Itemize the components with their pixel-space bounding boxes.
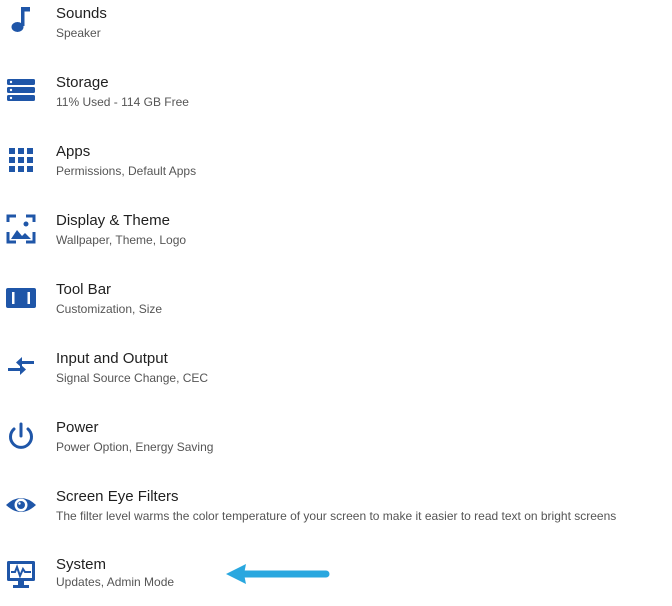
apps-grid-icon [4, 143, 38, 177]
settings-item-title: Tool Bar [56, 281, 112, 298]
settings-item-system[interactable]: System Updates, Admin Mode [0, 554, 672, 606]
settings-item-subtitle: Wallpaper, Theme, Logo [56, 233, 187, 247]
settings-item-title: Display & Theme [56, 212, 170, 229]
music-note-icon [4, 3, 38, 37]
power-icon [4, 420, 38, 454]
input-output-arrows-icon [4, 350, 38, 384]
settings-item-title: Apps [56, 143, 91, 160]
settings-item-title: Screen Eye Filters [56, 488, 179, 505]
settings-item-subtitle: Power Option, Energy Saving [56, 440, 214, 454]
settings-item-title: Storage [56, 74, 109, 91]
image-frame-icon [4, 212, 38, 246]
settings-item-title: System [56, 556, 107, 573]
eye-icon [4, 488, 38, 522]
settings-item-title: Sounds [56, 5, 107, 22]
system-monitor-icon [4, 557, 38, 591]
settings-item-subtitle: Speaker [56, 26, 101, 40]
settings-item-subtitle: 11% Used - 114 GB Free [56, 95, 189, 109]
settings-item-subtitle: The filter level warms the color tempera… [56, 509, 617, 523]
settings-list: Sounds Speaker Storage 11% Used - 114 GB… [0, 0, 672, 596]
left-arrow-icon [222, 559, 330, 589]
storage-icon [4, 74, 38, 108]
settings-item-apps[interactable]: Apps Permissions, Default Apps [0, 140, 672, 192]
settings-item-screen-eye-filters[interactable]: Screen Eye Filters The filter level warm… [0, 485, 672, 537]
settings-item-storage[interactable]: Storage 11% Used - 114 GB Free [0, 71, 672, 123]
settings-item-title: Power [56, 419, 99, 436]
settings-item-subtitle: Customization, Size [56, 302, 163, 316]
settings-item-title: Input and Output [56, 350, 168, 367]
settings-item-power[interactable]: Power Power Option, Energy Saving [0, 416, 672, 468]
settings-item-tool-bar[interactable]: Tool Bar Customization, Size [0, 278, 672, 330]
settings-item-subtitle: Signal Source Change, CEC [56, 371, 209, 385]
settings-item-input-output[interactable]: Input and Output Signal Source Change, C… [0, 347, 672, 399]
settings-item-sounds[interactable]: Sounds Speaker [0, 2, 672, 54]
toolbar-icon [4, 281, 38, 315]
settings-item-subtitle: Permissions, Default Apps [56, 164, 197, 178]
settings-item-display-theme[interactable]: Display & Theme Wallpaper, Theme, Logo [0, 209, 672, 261]
settings-item-subtitle: Updates, Admin Mode [56, 575, 175, 589]
